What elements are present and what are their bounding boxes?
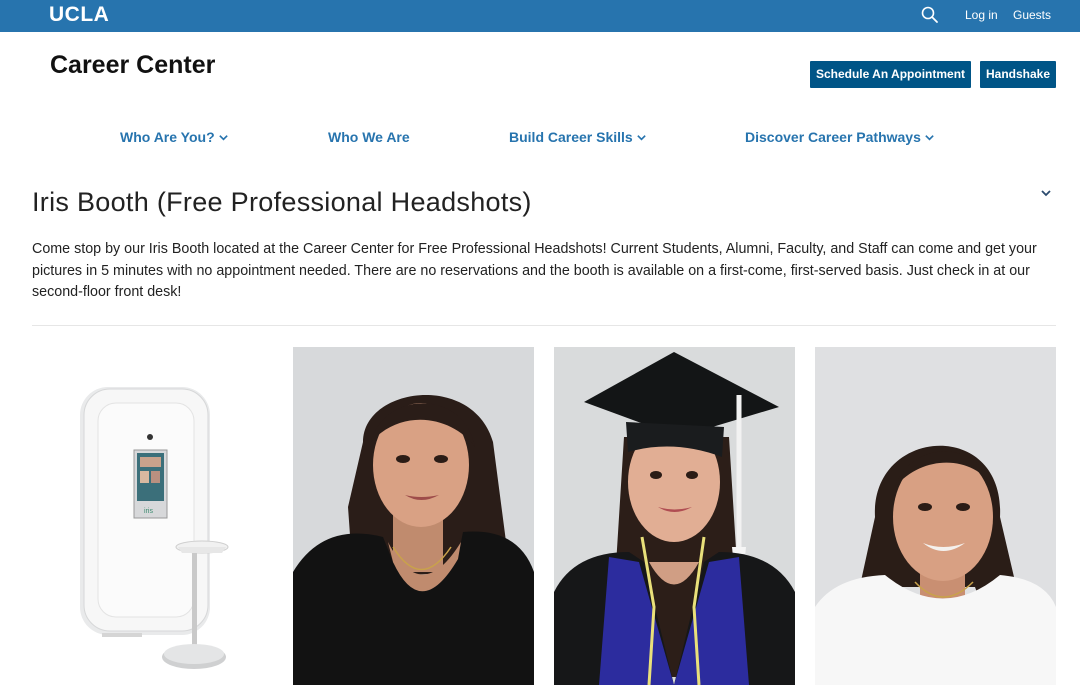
- guests-link[interactable]: Guests: [1013, 8, 1051, 22]
- site-title[interactable]: Career Center: [50, 51, 215, 80]
- page-title: Iris Booth (Free Professional Headshots): [32, 187, 532, 217]
- nav-item-label: Who Are You?: [120, 129, 215, 145]
- divider: [32, 325, 1056, 326]
- nav-item-discover-career-pathways[interactable]: Discover Career Pathways: [745, 129, 935, 145]
- nav-item-label: Build Career Skills: [509, 129, 633, 145]
- nav-item-label: Who We Are: [328, 129, 410, 145]
- search-icon[interactable]: [920, 5, 940, 25]
- chevron-down-icon: [218, 134, 228, 141]
- graduation-headshot-photo: [554, 347, 795, 685]
- ucla-logo[interactable]: UCLA: [49, 3, 109, 27]
- schedule-appointment-button[interactable]: Schedule An Appointment: [810, 61, 971, 88]
- nav-item-build-career-skills[interactable]: Build Career Skills: [509, 129, 647, 145]
- nav-item-who-we-are[interactable]: Who We Are: [328, 129, 410, 145]
- top-bar: UCLA Log in Guests: [0, 0, 1080, 32]
- iris-booth-photo: iris: [32, 347, 272, 685]
- handshake-button[interactable]: Handshake: [980, 61, 1056, 88]
- login-link[interactable]: Log in: [965, 8, 998, 22]
- booth-screen-text: iris: [144, 508, 153, 515]
- headshot-photo: [815, 347, 1056, 685]
- chevron-down-icon[interactable]: [1040, 187, 1052, 199]
- intro-paragraph: Come stop by our Iris Booth located at t…: [32, 241, 1037, 301]
- nav-item-who-are-you[interactable]: Who Are You?: [120, 129, 229, 145]
- chevron-down-icon: [636, 134, 646, 141]
- nav-item-label: Discover Career Pathways: [745, 129, 921, 145]
- headshot-photo: [293, 347, 534, 685]
- chevron-down-icon: [925, 134, 934, 141]
